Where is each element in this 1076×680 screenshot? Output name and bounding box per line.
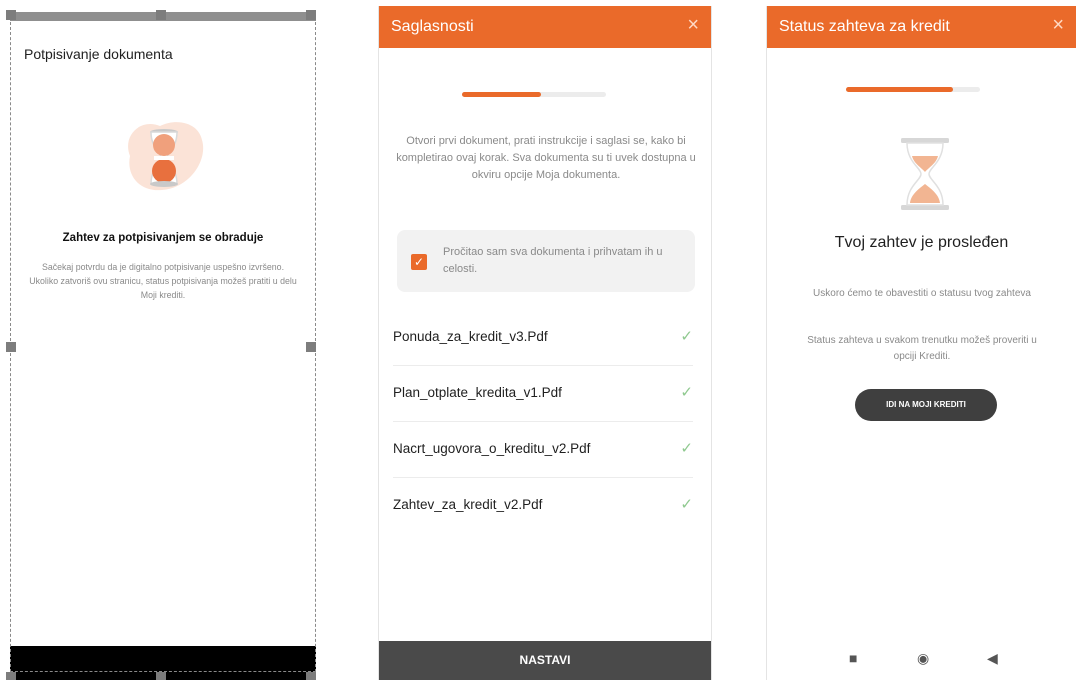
page-title: Potpisivanje dokumenta bbox=[24, 46, 173, 62]
processing-heading: Zahtev za potpisivanjem se obraduje bbox=[62, 232, 264, 244]
instructions-text: Otvori prvi dokument, prati instrukcije … bbox=[396, 135, 696, 181]
hourglass-icon bbox=[128, 122, 204, 191]
document-name: Zahtev_za_kredit_v2.Pdf bbox=[393, 497, 543, 512]
header-bar: Saglasnosti × bbox=[379, 6, 711, 48]
document-row[interactable]: Zahtev_za_kredit_v2.Pdf ✓ bbox=[393, 477, 693, 533]
progress-bar bbox=[846, 87, 980, 92]
consent-checkbox[interactable]: ✓ bbox=[411, 254, 427, 270]
consent-box[interactable]: ✓ Pročitao sam sva dokumenta i prihvatam… bbox=[397, 230, 695, 292]
status-info-text: Uskoro ćemo te obavestiti o statusu tvog… bbox=[813, 288, 1031, 299]
close-icon[interactable]: × bbox=[687, 15, 699, 35]
recent-apps-icon[interactable]: ■ bbox=[849, 650, 857, 666]
go-to-my-credits-button[interactable]: IDI NA MOJI KREDITI bbox=[855, 389, 997, 421]
hourglass-icon bbox=[901, 138, 949, 210]
document-name: Ponuda_za_kredit_v3.Pdf bbox=[393, 329, 548, 344]
signing-screen: Potpisivanje dokumenta Zahtev za potpisi… bbox=[10, 12, 316, 680]
close-icon[interactable]: × bbox=[1052, 15, 1064, 35]
check-icon: ✓ bbox=[680, 328, 693, 345]
resize-handle-bottom-left[interactable] bbox=[6, 672, 16, 680]
check-icon: ✓ bbox=[680, 384, 693, 401]
check-icon: ✓ bbox=[680, 496, 693, 513]
document-name: Plan_otplate_kredita_v1.Pdf bbox=[393, 385, 562, 400]
document-row[interactable]: Ponuda_za_kredit_v3.Pdf ✓ bbox=[393, 309, 693, 366]
back-icon[interactable]: ◀ bbox=[987, 650, 998, 667]
resize-handle-top-center[interactable] bbox=[156, 10, 166, 20]
resize-handle-bottom-center[interactable] bbox=[156, 672, 166, 680]
resize-handle-bottom-right[interactable] bbox=[306, 672, 316, 680]
consent-label: Pročitao sam sva dokumenta i prihvatam i… bbox=[443, 246, 663, 275]
resize-handle-middle-right[interactable] bbox=[306, 342, 316, 352]
check-icon: ✓ bbox=[680, 440, 693, 457]
document-row[interactable]: Nacrt_ugovora_o_kreditu_v2.Pdf ✓ bbox=[393, 421, 693, 478]
progress-bar bbox=[462, 92, 606, 97]
header-title: Status zahteva za kredit bbox=[779, 18, 950, 35]
header-bar: Status zahteva za kredit × bbox=[767, 6, 1076, 48]
home-icon[interactable]: ◉ bbox=[917, 650, 929, 667]
status-title: Tvoj zahtev je prosleđen bbox=[834, 234, 1009, 251]
processing-description: Sačekaj potvrdu da je digitalno potpisiv… bbox=[29, 262, 297, 300]
credit-status-screen: Status zahteva za kredit × Tvoj zahtev j… bbox=[766, 6, 1076, 680]
resize-handle-top-right[interactable] bbox=[306, 10, 316, 20]
continue-button[interactable]: NASTAVI bbox=[379, 641, 711, 680]
document-row[interactable]: Plan_otplate_kredita_v1.Pdf ✓ bbox=[393, 365, 693, 422]
progress-fill bbox=[846, 87, 954, 92]
status-check-text: Status zahteva u svakom trenutku možeš p… bbox=[807, 335, 1037, 362]
resize-handle-middle-left[interactable] bbox=[6, 342, 16, 352]
progress-fill bbox=[462, 92, 542, 97]
resize-handle-top-left[interactable] bbox=[6, 10, 16, 20]
header-title: Saglasnosti bbox=[391, 18, 474, 35]
consents-screen: Saglasnosti × Otvori prvi dokument, prat… bbox=[378, 6, 712, 680]
document-name: Nacrt_ugovora_o_kreditu_v2.Pdf bbox=[393, 441, 591, 456]
